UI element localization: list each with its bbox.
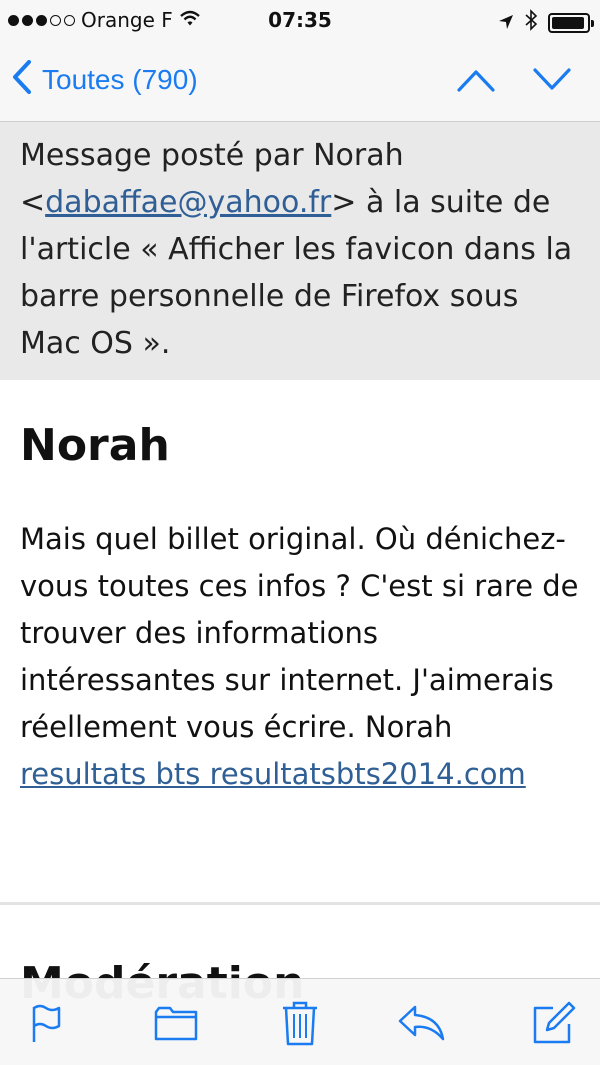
chevron-left-icon bbox=[12, 59, 32, 101]
status-icons bbox=[498, 9, 594, 36]
comment-link[interactable]: resultats bts resultatsbts2014.com bbox=[20, 757, 526, 791]
comment-author: Norah bbox=[20, 420, 170, 471]
chevron-down-icon[interactable] bbox=[532, 62, 572, 102]
message-body: Norah Mais quel billet original. Où déni… bbox=[0, 380, 600, 798]
message-info-banner: Message posté par Norah <dabaffae@yahoo.… bbox=[0, 122, 600, 380]
comment-body: Mais quel billet original. Où dénichez-v… bbox=[20, 522, 579, 744]
comment-text: Mais quel billet original. Où dénichez-v… bbox=[20, 516, 580, 798]
location-icon bbox=[498, 11, 514, 35]
folder-icon[interactable] bbox=[150, 997, 202, 1049]
battery-fill bbox=[552, 16, 585, 29]
status-bar: Orange F 07:35 bbox=[0, 0, 600, 40]
flag-icon[interactable] bbox=[20, 997, 72, 1049]
trash-icon[interactable] bbox=[274, 997, 326, 1049]
battery-icon bbox=[548, 12, 594, 33]
bluetooth-icon bbox=[524, 9, 538, 36]
navigation-bar: Toutes (790) bbox=[0, 40, 600, 122]
author-email-link[interactable]: dabaffae@yahoo.fr bbox=[45, 185, 331, 220]
compose-icon[interactable] bbox=[528, 997, 580, 1049]
reply-icon[interactable] bbox=[396, 997, 448, 1049]
message-navigation bbox=[456, 62, 572, 102]
chevron-up-icon[interactable] bbox=[456, 62, 496, 102]
back-button[interactable]: Toutes (790) bbox=[12, 58, 198, 102]
back-label: Toutes (790) bbox=[42, 64, 198, 95]
bottom-toolbar bbox=[0, 978, 600, 1065]
section-divider bbox=[0, 902, 600, 905]
